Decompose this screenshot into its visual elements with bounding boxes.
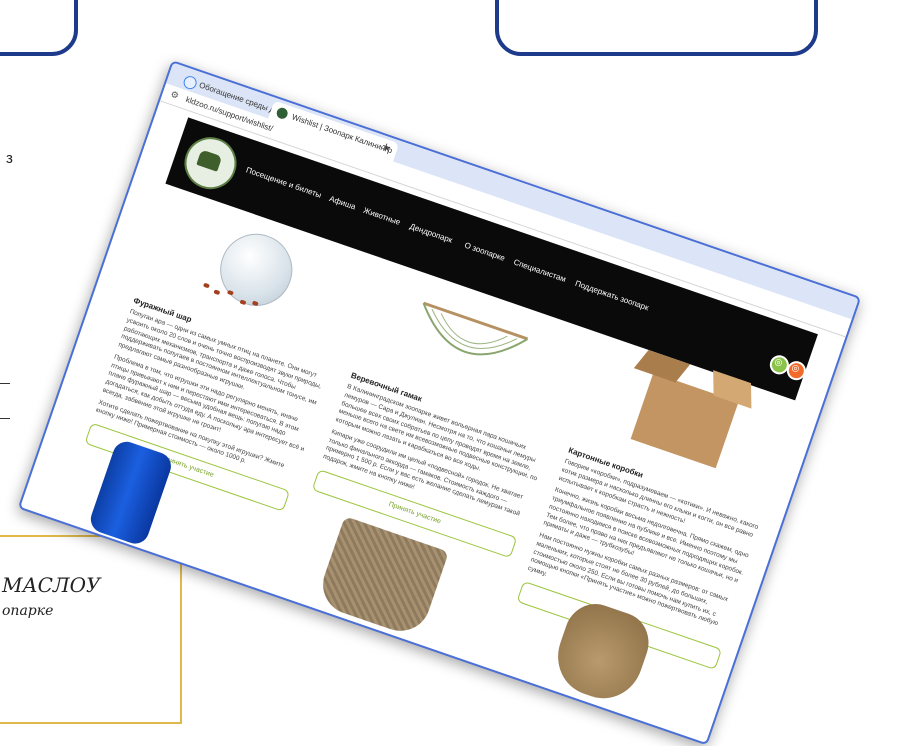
- nav-dendropark[interactable]: Дендропарк: [408, 222, 453, 245]
- nav-animals[interactable]: Животные: [362, 206, 401, 227]
- slide-glyph: з: [6, 150, 13, 167]
- zoo-favicon: [275, 106, 290, 121]
- nav-visit-tickets[interactable]: Посещение и билеты: [245, 165, 323, 199]
- tune-icon[interactable]: ⚙: [169, 89, 180, 102]
- nav-support[interactable]: Поддержать зоопарк: [574, 279, 650, 313]
- chrome-favicon: [181, 74, 199, 91]
- nav-afisha[interactable]: Афиша: [328, 194, 357, 211]
- slide-frame-left: [0, 0, 78, 56]
- wish-card-hammock: Веревочный гамак В Калининградском зоопа…: [311, 274, 585, 559]
- slide-dash-1: [0, 383, 10, 384]
- slide-card-title: МАСЛОУ: [2, 573, 101, 597]
- nav-about[interactable]: О зоопарке: [463, 241, 506, 263]
- nav-specialists[interactable]: Специалистам: [512, 258, 567, 284]
- slide-dash-2: [0, 418, 10, 419]
- slide-frame-right: [495, 0, 818, 56]
- zoo-logo[interactable]: [177, 130, 244, 197]
- slide-card-subtitle: опарке: [2, 603, 54, 619]
- slide-card: МАСЛОУ опарке: [0, 535, 182, 724]
